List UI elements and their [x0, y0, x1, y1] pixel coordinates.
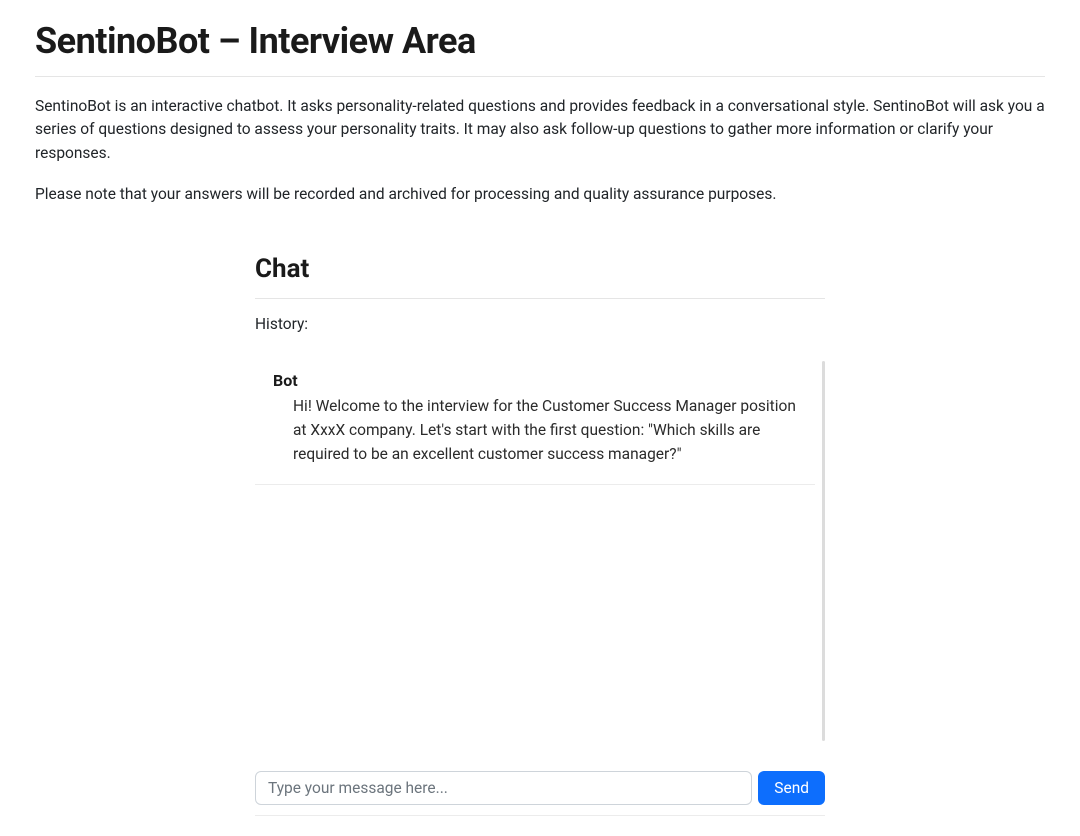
chat-message-separator — [255, 484, 815, 485]
chat-title: Chat — [255, 254, 825, 284]
chat-message-sender: Bot — [273, 371, 797, 390]
chat-history-panel: Bot Hi! Welcome to the interview for the… — [255, 361, 825, 741]
page-title: SentinoBot – Interview Area — [35, 20, 1045, 62]
chat-input-separator — [255, 815, 825, 816]
send-button[interactable]: Send — [758, 771, 825, 805]
chat-message-input[interactable] — [255, 771, 752, 805]
chat-history-scroll[interactable]: Bot Hi! Welcome to the interview for the… — [255, 361, 825, 741]
chat-message: Bot Hi! Welcome to the interview for the… — [255, 361, 815, 484]
chat-input-row: Send — [255, 771, 825, 805]
history-label: History: — [255, 315, 825, 333]
intro-paragraph-1: SentinoBot is an interactive chatbot. It… — [35, 95, 1045, 165]
chat-title-separator — [255, 298, 825, 299]
chat-message-body: Hi! Welcome to the interview for the Cus… — [273, 394, 797, 466]
title-separator — [35, 76, 1045, 77]
chat-section: Chat History: Bot Hi! Welcome to the int… — [255, 254, 825, 816]
scrollbar-track[interactable] — [822, 361, 825, 741]
intro-paragraph-2: Please note that your answers will be re… — [35, 183, 1045, 206]
